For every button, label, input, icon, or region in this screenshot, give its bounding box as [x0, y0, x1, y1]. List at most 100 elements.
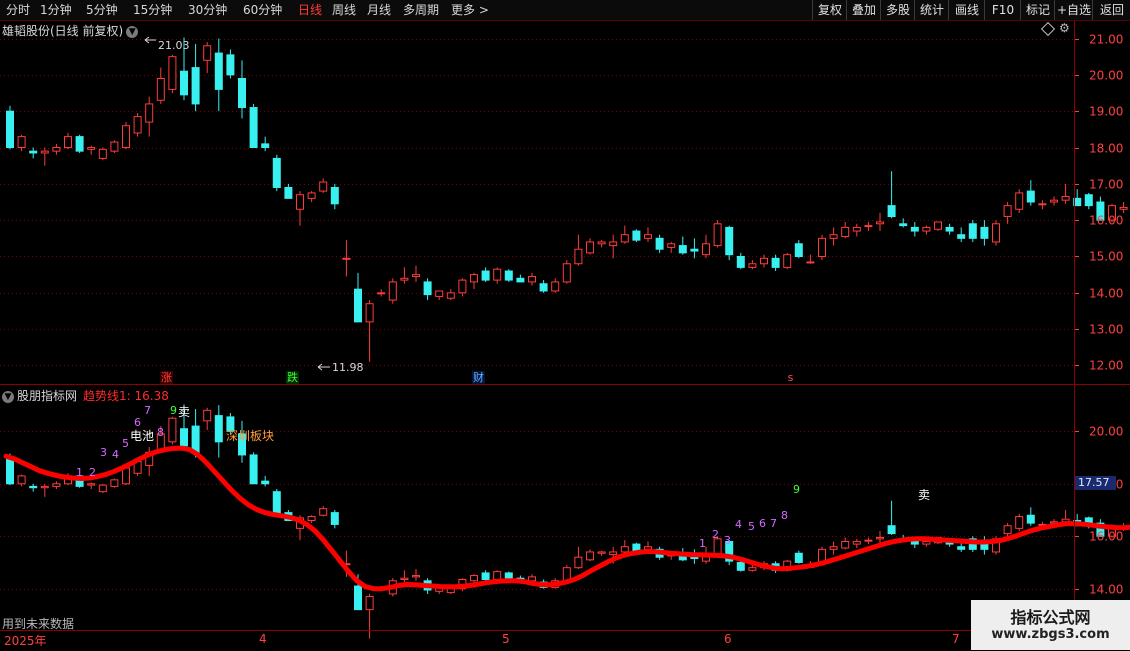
- indicator-candle: [88, 484, 95, 485]
- badge-cai[interactable]: 财: [472, 371, 485, 384]
- main-candle: [1027, 191, 1034, 202]
- settings-icon[interactable]: ⚙: [1059, 21, 1070, 35]
- main-candle: [981, 227, 988, 238]
- main-candle: [1062, 197, 1069, 201]
- main-candle: [413, 275, 420, 277]
- indicator-candle: [888, 526, 895, 534]
- main-candle: [633, 231, 640, 240]
- badge-die[interactable]: 跌: [286, 371, 299, 384]
- date-label-may: 5: [502, 632, 510, 646]
- stock-title: 雄韬股份(日线 前复权): [2, 24, 123, 38]
- main-candle: [1085, 195, 1092, 206]
- count-label: 5: [122, 437, 129, 450]
- main-candle: [343, 258, 350, 259]
- indicator-candle: [923, 541, 930, 544]
- indicator-grid: [0, 432, 1074, 590]
- trend-value-label: 趋势线1: 16.38: [83, 389, 169, 403]
- indicator-candle: [401, 578, 408, 579]
- main-candle: [297, 195, 304, 210]
- main-candle: [41, 151, 48, 153]
- badge-s[interactable]: s: [784, 371, 797, 384]
- main-candle: [192, 68, 199, 104]
- main-candle: [888, 206, 895, 217]
- indicator-candle: [169, 418, 176, 442]
- annotation-board: 深圳板块: [226, 429, 274, 443]
- main-candle: [679, 246, 686, 253]
- main-candle: [703, 244, 710, 255]
- high-label: 21.03: [158, 39, 190, 52]
- indicator-candle: [1027, 515, 1034, 523]
- chevron-down-icon[interactable]: ▼: [2, 391, 14, 403]
- count-label: 3: [100, 446, 107, 459]
- count-label: 3: [724, 534, 731, 547]
- main-candle: [830, 235, 837, 239]
- main-candle: [853, 227, 860, 231]
- chevron-down-icon[interactable]: ▼: [126, 26, 138, 38]
- indicator-candle: [250, 455, 257, 484]
- main-candle: [575, 249, 582, 264]
- indicator-candle: [1004, 526, 1011, 534]
- main-candle: [1016, 193, 1023, 209]
- date-label-apr: 4: [259, 632, 267, 646]
- main-candle: [563, 264, 570, 282]
- indicator-candle: [587, 552, 594, 560]
- main-tick-label: 12.00: [1089, 359, 1123, 373]
- main-candle: [424, 282, 431, 295]
- badge-zhang[interactable]: 涨: [160, 371, 173, 384]
- indicator-tick-label: 20.00: [1089, 425, 1123, 439]
- main-candle: [645, 235, 652, 239]
- main-candle: [819, 238, 826, 256]
- main-candle: [157, 78, 164, 100]
- indicator-candle: [842, 541, 849, 548]
- main-candle: [204, 46, 211, 61]
- main-tick-label: 16.00: [1089, 214, 1123, 228]
- main-candle: [76, 137, 83, 152]
- main-candle: [215, 53, 222, 89]
- main-candle: [227, 55, 234, 75]
- main-candle: [7, 111, 14, 147]
- main-candle: [65, 137, 72, 148]
- stock-chart[interactable]: 123456789123456789 12.0013.0014.0015.001…: [0, 0, 1130, 650]
- current-price-tag: 17.57: [1075, 476, 1116, 490]
- indicator-candle: [413, 576, 420, 577]
- indicator-tick-label: 16.00: [1089, 530, 1123, 544]
- count-label: 9: [793, 483, 800, 496]
- main-candle: [285, 187, 292, 198]
- indicator-candle: [1016, 517, 1023, 529]
- main-candle: [505, 271, 512, 280]
- high-arrow-icon: [145, 37, 156, 43]
- main-candle: [123, 126, 130, 148]
- main-candle: [355, 289, 362, 322]
- main-candle: [401, 278, 408, 280]
- count-label: 7: [144, 404, 151, 417]
- indicator-candle: [749, 568, 756, 571]
- date-axis: 2025年 4 5 6 7: [0, 630, 1075, 651]
- main-candle: [761, 258, 768, 263]
- main-candle: [250, 108, 257, 148]
- count-label: 6: [759, 517, 766, 530]
- indicator-candle: [877, 538, 884, 539]
- main-chart-title: 雄韬股份(日线 前复权)▼: [2, 22, 138, 39]
- main-candle: [134, 117, 141, 133]
- count-label: 7: [770, 517, 777, 530]
- indicator-candle: [53, 484, 60, 487]
- indicator-candle: [308, 517, 315, 521]
- indicator-candle: [853, 541, 860, 544]
- main-candle: [865, 226, 872, 227]
- indicator-candle: [737, 562, 744, 570]
- indicator-candle: [7, 458, 14, 484]
- main-candle: [772, 258, 779, 267]
- main-candle: [587, 242, 594, 253]
- main-candle: [459, 280, 466, 293]
- main-tick-label: 19.00: [1089, 105, 1123, 119]
- count-label: 1: [76, 466, 83, 479]
- main-candle: [111, 142, 118, 151]
- indicator-candle: [41, 486, 48, 487]
- indicator-candle: [273, 492, 280, 513]
- main-candle: [447, 293, 454, 298]
- watermark-title: 指标公式网: [971, 604, 1130, 628]
- indicator-candle: [482, 573, 489, 580]
- indicator-candle: [366, 597, 373, 610]
- main-tick-label: 20.00: [1089, 69, 1123, 83]
- indicator-title: ▼股朋指标网趋势线1: 16.38: [2, 387, 169, 404]
